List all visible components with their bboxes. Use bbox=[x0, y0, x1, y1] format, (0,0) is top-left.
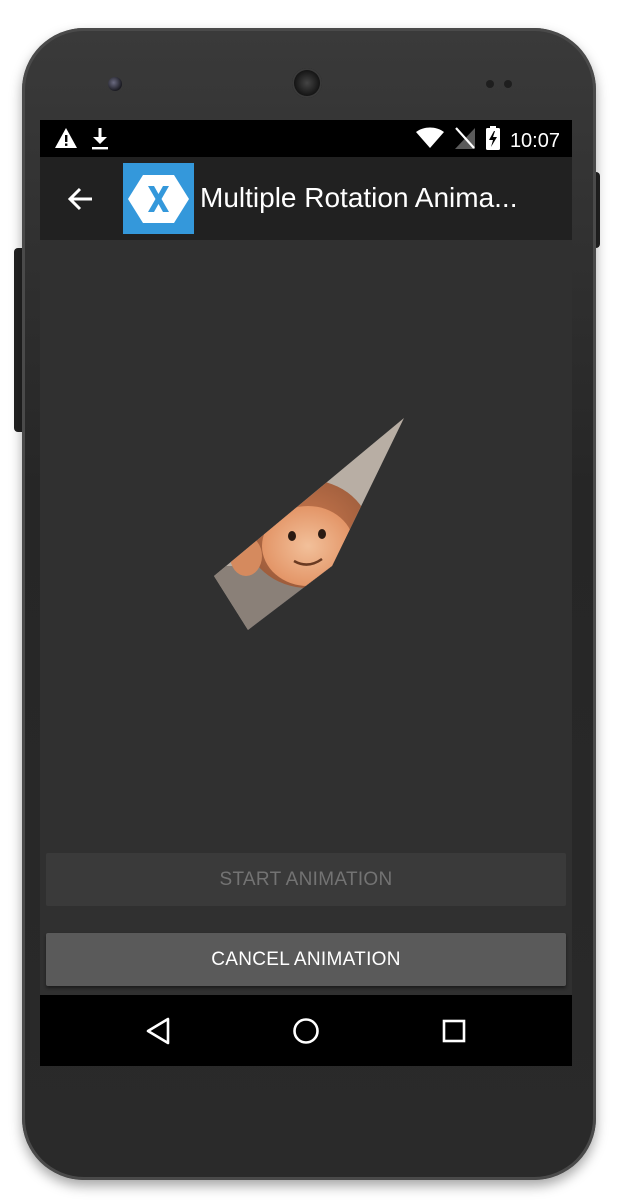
earpiece-speaker bbox=[292, 68, 322, 98]
back-button[interactable] bbox=[62, 181, 98, 217]
warning-icon bbox=[54, 127, 78, 156]
nav-home-button[interactable] bbox=[284, 1009, 328, 1053]
nav-back-icon bbox=[146, 1017, 170, 1045]
monkey-image bbox=[214, 418, 404, 630]
nav-recents-icon bbox=[442, 1019, 466, 1043]
nav-recents-button[interactable] bbox=[432, 1009, 476, 1053]
page-title: Multiple Rotation Anima... bbox=[200, 182, 518, 213]
volume-button bbox=[14, 248, 22, 432]
navigation-bar bbox=[40, 995, 572, 1066]
device-screen: 10:07 Multiple Rotation Anima... START A… bbox=[40, 120, 572, 1066]
cancel-animation-button[interactable]: CANCEL ANIMATION bbox=[46, 933, 566, 986]
nav-back-button[interactable] bbox=[136, 1009, 180, 1053]
arrow-left-icon bbox=[67, 187, 92, 211]
battery-charging-icon bbox=[485, 126, 500, 155]
wifi-icon bbox=[415, 127, 444, 154]
front-camera bbox=[108, 77, 122, 91]
light-sensor bbox=[504, 80, 512, 88]
app-toolbar: Multiple Rotation Anima... bbox=[40, 157, 572, 240]
no-sim-icon bbox=[454, 126, 476, 155]
start-animation-button[interactable]: START ANIMATION bbox=[46, 853, 566, 906]
proximity-sensor bbox=[486, 80, 494, 88]
nav-home-icon bbox=[293, 1018, 319, 1044]
status-bar: 10:07 bbox=[40, 120, 572, 157]
status-time: 10:07 bbox=[509, 129, 560, 152]
xamarin-logo-icon bbox=[123, 163, 194, 234]
download-icon bbox=[90, 127, 110, 156]
